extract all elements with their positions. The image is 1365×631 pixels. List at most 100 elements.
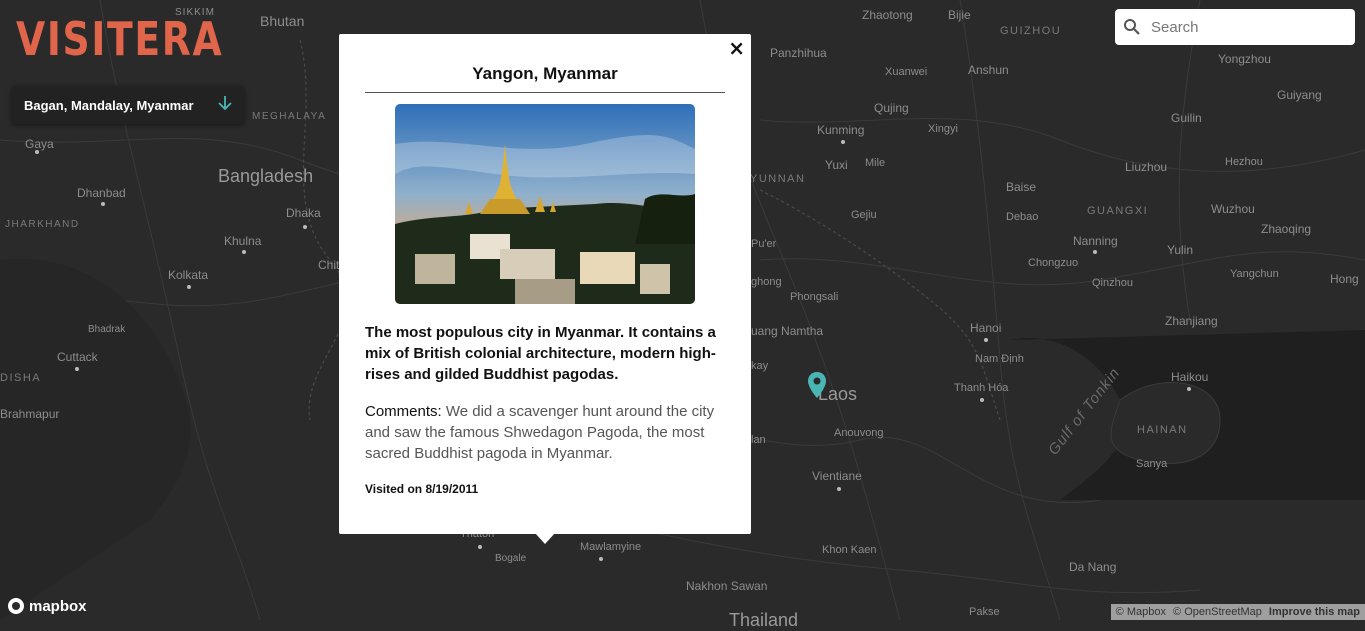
map-label-nanning: Nanning xyxy=(1073,234,1118,248)
map-label-guangxi: GUANGXI xyxy=(1087,205,1149,217)
improve-map-link[interactable]: Improve this map xyxy=(1269,606,1360,618)
map-label-chit: Chit xyxy=(318,258,340,272)
attribution-osm-link[interactable]: © OpenStreetMap xyxy=(1173,606,1262,618)
map-label-qujing: Qujing xyxy=(874,101,909,115)
map-label-gaya: Gaya xyxy=(25,137,54,151)
map-label-wuzhou: Wuzhou xyxy=(1211,202,1255,216)
map-label-sanya: Sanya xyxy=(1136,458,1168,470)
map-label-pakse: Pakse xyxy=(969,606,1000,618)
map-label-meghalaya: MEGHALAYA xyxy=(252,111,327,122)
mapbox-logo-text: mapbox xyxy=(29,597,87,615)
city-dot xyxy=(478,545,482,549)
map-label-dhanbad: Dhanbad xyxy=(77,186,126,200)
map-label-phongsali: Phongsali xyxy=(790,291,839,303)
map-label-khulna: Khulna xyxy=(224,234,262,248)
map-label-xuanwei: Xuanwei xyxy=(885,66,928,78)
visited-date: Visited on 8/19/2011 xyxy=(365,482,479,496)
map-label-gejiu: Gejiu xyxy=(851,209,877,221)
map-label-dhaka: Dhaka xyxy=(286,206,321,220)
map-label-zhanjiang: Zhanjiang xyxy=(1165,314,1218,328)
map-label-hanoi: Hanoi xyxy=(970,321,1002,335)
map-attribution: © Mapbox © OpenStreetMap Improve this ma… xyxy=(1110,604,1365,620)
map-label-vientiane: Vientiane xyxy=(812,469,862,483)
popup-comments: Comments: We did a scavenger hunt around… xyxy=(365,401,725,464)
map-label-thanhhoa: Thanh Hóa xyxy=(954,382,1009,394)
map-label-yuxi: Yuxi xyxy=(825,158,848,172)
map-label-qinzhou: Qinzhou xyxy=(1092,277,1133,289)
city-dot xyxy=(242,250,246,254)
map-label-mile: Mile xyxy=(865,157,886,169)
map-label-anshun: Anshun xyxy=(968,63,1009,77)
map-label-yongzhou: Yongzhou xyxy=(1218,52,1271,66)
map-label-hong: Hong xyxy=(1330,272,1359,286)
location-photo xyxy=(395,104,695,304)
map-label-thailand: Thailand xyxy=(729,610,799,630)
city-dot xyxy=(984,338,988,342)
city-dot xyxy=(1187,387,1191,391)
city-dot xyxy=(1093,250,1097,254)
map-label-bhadrak: Bhadrak xyxy=(88,324,126,335)
map-label-lan: lan xyxy=(751,434,766,446)
map-label-panzhihua: Panzhihua xyxy=(770,46,827,60)
close-icon[interactable]: × xyxy=(728,38,745,58)
map-label-cuttack: Cuttack xyxy=(57,350,98,364)
search-box[interactable] xyxy=(1115,9,1355,45)
location-select[interactable]: Bagan, Mandalay, Myanmar xyxy=(12,86,244,124)
map-label-brahmapur: Brahmapur xyxy=(0,407,60,421)
map-label-puer: Pu'er xyxy=(751,238,777,250)
map-label-guiyang: Guiyang xyxy=(1277,88,1322,102)
popup-description: The most populous city in Myanmar. It co… xyxy=(365,324,716,383)
city-dot xyxy=(75,367,79,371)
map-label-liuzhou: Liuzhou xyxy=(1125,160,1168,174)
map-label-guilin: Guilin xyxy=(1171,111,1202,125)
mapbox-logo[interactable]: mapbox xyxy=(7,597,87,615)
location-popup: × Yangon, Myanmar The most populous city… xyxy=(339,34,751,534)
search-input[interactable] xyxy=(1149,17,1343,37)
map-label-anouvong: Anouvong xyxy=(834,427,884,439)
mapbox-logo-icon xyxy=(8,598,24,614)
map-label-bangladesh: Bangladesh xyxy=(218,166,314,186)
popup-title: Yangon, Myanmar xyxy=(365,34,725,93)
city-dot xyxy=(841,140,845,144)
map-label-kolkata: Kolkata xyxy=(168,268,209,282)
popup-tip xyxy=(535,533,555,544)
map-label-luangnamtha: uang Namtha xyxy=(751,324,824,338)
map-label-haikou: Haikou xyxy=(1171,370,1209,384)
city-dot xyxy=(303,225,307,229)
comments-label: Comments: xyxy=(365,403,442,420)
map-label-hainan: HAINAN xyxy=(1137,424,1188,436)
map-label-khonkaen: Khon Kaen xyxy=(822,544,877,556)
city-dot xyxy=(980,398,984,402)
location-select-value: Bagan, Mandalay, Myanmar xyxy=(24,97,194,113)
city-dot xyxy=(599,557,603,561)
map-label-hezhou: Hezhou xyxy=(1225,156,1263,168)
map-label-bijie: Bijie xyxy=(948,8,971,22)
search-icon xyxy=(1124,19,1140,35)
city-dot xyxy=(187,285,191,289)
app-logo[interactable]: VISITERA xyxy=(16,12,223,66)
map-label-chongzuo: Chongzuo xyxy=(1028,257,1079,269)
map-label-danang: Da Nang xyxy=(1069,560,1117,574)
map-marker[interactable] xyxy=(807,371,827,403)
map-label-disha: DISHA xyxy=(0,372,42,384)
map-label-yulin: Yulin xyxy=(1167,243,1194,257)
map-label-baise: Baise xyxy=(1006,180,1037,194)
map-label-jharkhand: JHARKHAND xyxy=(5,219,80,230)
map-label-jinghong: ghong xyxy=(751,276,782,288)
map-label-guizhou: GUIZHOU xyxy=(1000,25,1062,37)
map-label-namdinh: Nam Định xyxy=(975,353,1024,365)
map-label-yangchun: Yangchun xyxy=(1230,268,1279,280)
map-label-debao: Debao xyxy=(1006,211,1039,223)
map-pin-icon[interactable] xyxy=(807,371,827,399)
map-label-zhaoqing: Zhaoqing xyxy=(1261,222,1312,236)
arrow-down-icon[interactable] xyxy=(218,95,232,116)
attribution-mapbox-link[interactable]: © Mapbox xyxy=(1116,606,1166,618)
map-label-xingyi: Xingyi xyxy=(928,123,958,135)
map-label-bhutan: Bhutan xyxy=(260,13,305,29)
city-dot xyxy=(837,487,841,491)
map-label-bogale: Bogale xyxy=(495,553,527,564)
map-label-kay: kay xyxy=(751,360,769,372)
city-dot xyxy=(35,150,39,154)
city-dot xyxy=(101,202,105,206)
map-label-nakhonsawan: Nakhon Sawan xyxy=(686,579,768,593)
